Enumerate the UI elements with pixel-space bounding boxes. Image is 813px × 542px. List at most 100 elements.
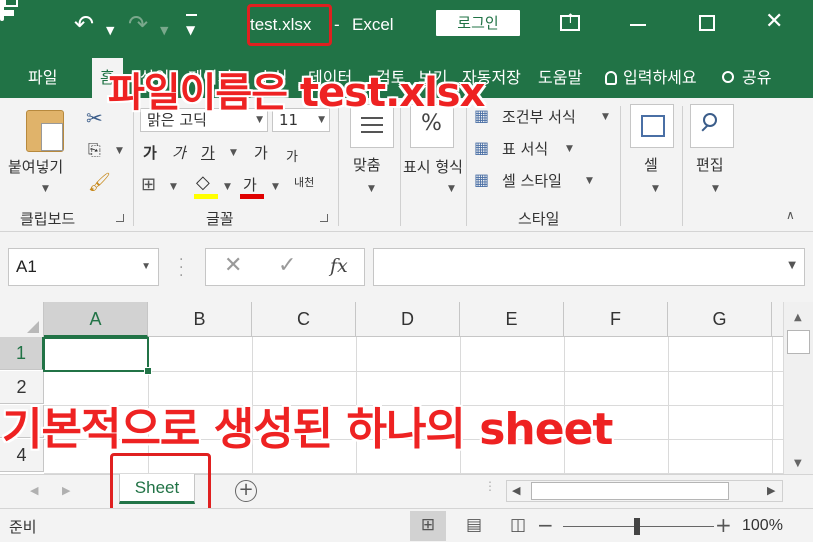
underline-dropdown-icon[interactable]: ▼ [230,148,237,158]
title-bar: ↶ ▼ ↷ ▼ ▼ test.xlsx - Excel 로그인 ✕ [0,0,813,52]
undo-dropdown-icon[interactable]: ▼ [106,19,114,43]
underline-button[interactable]: 가 [201,142,215,163]
format-painter-icon[interactable]: 🖌 [88,172,111,193]
copy-dropdown-icon[interactable]: ▼ [116,146,123,156]
cell-styles-dropdown-icon[interactable]: ▼ [586,176,593,186]
decrease-font-button[interactable]: 가 [286,146,298,165]
tab-file[interactable]: 파일 [28,64,57,88]
number-format-label[interactable]: 표시 형식 [403,154,465,180]
horizontal-scrollbar[interactable]: ◀ ▶ [506,480,783,502]
cells-label[interactable]: 셀 [644,154,658,175]
name-box[interactable]: A1 ▼ [8,248,159,286]
scroll-down-icon[interactable]: ▼ [794,458,802,469]
row-header-1[interactable]: 1 [0,337,44,370]
ribbon-display-options-icon[interactable] [560,12,580,31]
cancel-icon[interactable]: ✕ [224,253,242,278]
column-header-e[interactable]: E [460,302,564,337]
close-icon[interactable]: ✕ [765,9,783,34]
number-dropdown-icon[interactable]: ▼ [448,184,455,194]
vertical-scrollbar[interactable]: ▲ ▼ [783,302,813,474]
column-header-d[interactable]: D [356,302,460,337]
column-header-a[interactable]: A [44,302,148,337]
page-break-view-icon[interactable]: ◫ [500,511,536,541]
title-separator: - [334,15,340,34]
column-header-c[interactable]: C [252,302,356,337]
cut-icon[interactable]: ✂ [86,106,103,130]
font-color-button[interactable]: 가 [243,174,257,195]
tell-me-label: 입력하세요 [623,68,697,87]
conditional-format-button[interactable]: 조건부 서식 [502,106,576,127]
normal-view-icon[interactable]: ⊞ [410,511,446,541]
bold-button[interactable]: 가 [143,142,157,163]
add-sheet-icon[interactable]: + [235,480,257,502]
zoom-in-icon[interactable]: + [715,513,732,537]
editing-label[interactable]: 편집 [696,154,724,175]
formula-buttons: ✕ ✓ fx [205,248,365,286]
previous-sheet-icon[interactable]: ◀ [30,484,38,497]
editing-dropdown-icon[interactable]: ▼ [712,184,719,194]
clipboard-launcher-icon[interactable] [116,214,124,222]
select-all-button[interactable] [0,302,44,337]
italic-button[interactable]: 가 [172,142,186,163]
zoom-level[interactable]: 100% [742,517,783,535]
save-icon[interactable] [0,0,4,21]
alignment-label[interactable]: 맞춤 [353,154,381,175]
paste-icon[interactable] [26,110,64,152]
increase-font-button[interactable]: 가 [254,142,268,163]
scroll-right-icon[interactable]: ▶ [767,484,775,497]
font-launcher-icon[interactable] [320,214,328,222]
table-format-button[interactable]: 표 서식 [502,138,548,159]
border-icon[interactable]: ⊞ [141,174,156,195]
ribbon-home: 붙여넣기 ▼ ✂ ⎘ ▼ 🖌 클립보드 맑은 고딕 ▼ 11 ▼ 가 가 가 ▼ 가… [0,98,813,232]
customize-qat-icon[interactable]: ▼ [186,14,198,42]
collapse-ribbon-icon[interactable]: ∧ [786,208,795,222]
tab-help[interactable]: 도움말 [538,64,582,88]
paste-label[interactable]: 붙여넣기 [8,156,63,177]
grip-icon[interactable]: · · · [179,253,184,283]
status-bar: 준비 ⊞ ▤ ◫ − + 100% [0,508,813,542]
minimize-icon[interactable] [630,24,646,26]
login-button[interactable]: 로그인 [436,10,520,36]
group-divider [620,106,621,226]
expand-formula-bar-icon[interactable]: ▼ [788,260,796,271]
maximize-icon[interactable] [699,15,715,31]
editing-icon[interactable] [690,104,734,148]
fill-color-dropdown-icon[interactable]: ▼ [224,182,231,192]
cells-dropdown-icon[interactable]: ▼ [652,184,659,194]
undo-icon[interactable]: ↶ [74,12,94,36]
grip-icon[interactable]: ⋮ [484,480,496,492]
scroll-up-icon[interactable]: ▲ [794,312,802,323]
alignment-dropdown-icon[interactable]: ▼ [368,184,375,194]
font-color-dropdown-icon[interactable]: ▼ [272,182,279,192]
zoom-slider-thumb[interactable] [634,518,640,535]
tell-me-search[interactable]: 입력하세요 [605,64,697,88]
horizontal-scroll-thumb[interactable] [531,482,729,500]
redo-icon: ↷ [128,10,149,38]
column-header-f[interactable]: F [564,302,668,337]
copy-icon[interactable]: ⎘ [88,140,101,160]
border-dropdown-icon[interactable]: ▼ [170,182,177,192]
column-header-g[interactable]: G [668,302,772,337]
share-button[interactable]: 공유 [722,64,771,88]
page-layout-view-icon[interactable]: ▤ [456,511,492,541]
paste-dropdown-icon[interactable]: ▼ [42,184,49,194]
next-sheet-icon[interactable]: ▶ [62,484,70,497]
status-text: 준비 [9,518,37,536]
scroll-left-icon[interactable]: ◀ [512,484,520,497]
name-box-value: A1 [16,257,37,276]
zoom-out-icon[interactable]: − [537,513,554,537]
column-header-b[interactable]: B [148,302,252,337]
phonetic-button[interactable]: 내천 [294,174,314,190]
fill-color-icon[interactable]: ◇ [196,172,210,193]
conditional-dropdown-icon[interactable]: ▼ [602,112,609,122]
insert-function-button[interactable]: fx [330,255,348,277]
vertical-scroll-thumb[interactable] [787,330,810,354]
cells-icon[interactable] [630,104,674,148]
grid-line [44,371,783,372]
cell-styles-button[interactable]: 셀 스타일 [502,170,562,191]
enter-icon[interactable]: ✓ [278,253,296,278]
table-dropdown-icon[interactable]: ▼ [566,144,573,154]
table-format-icon: ▦ [474,138,490,157]
active-cell-a1[interactable] [43,337,152,375]
formula-input[interactable]: ▼ [373,248,805,286]
